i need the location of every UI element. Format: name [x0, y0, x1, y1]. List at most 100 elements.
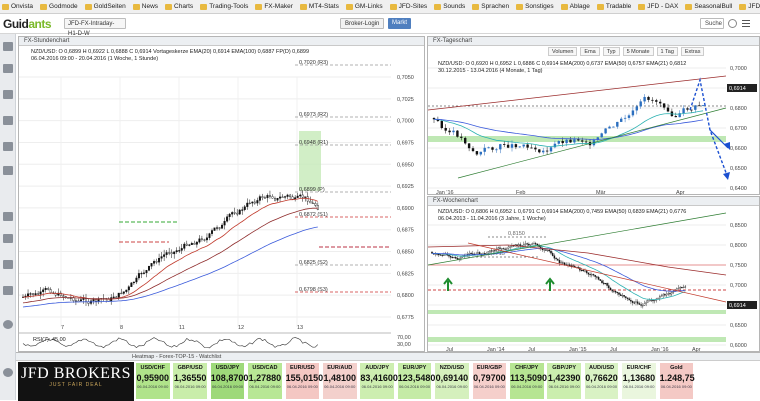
candle — [616, 292, 619, 294]
daily-chart[interactable]: 0,7000 0,6914 0,6800 0,6700 0,6600 0,6500 0,64… — [428, 58, 759, 195]
bookmark-item[interactable]: Godmode — [40, 3, 78, 10]
weekly-range-line: 06.04.2013 - 11.04.2016 (3 Jahre, 1 Woch… — [438, 216, 546, 222]
weekly-chart-panel: FX-Wochenchart 0,8500 0,8000 0,7500 0,7000 0… — [427, 196, 760, 352]
hourly-chart[interactable]: 0,7050 0,7025 0,7000 0,6975 0,6950 0,6925 0,69… — [19, 47, 424, 352]
pivot-label: 0,6798 (S3) — [299, 287, 328, 293]
heatmap-tile[interactable]: EUR/GBP 0,79700 06.04.2016 09:00 — [472, 363, 507, 399]
folder-icon[interactable] — [3, 234, 13, 243]
market-button[interactable]: Markt — [388, 18, 411, 29]
candle — [613, 290, 615, 292]
toolbar-button[interactable]: 5 Monate — [622, 47, 654, 56]
pivot-label: 0,6872 (S1) — [299, 212, 328, 218]
bookmark-label: GoldSeiten — [93, 3, 126, 10]
briefcase-icon[interactable] — [3, 142, 13, 151]
hourly-range-line: 06.04.2016 09:00 - 20.04.2016 (1 Woche, … — [31, 56, 159, 62]
heatmap-tile[interactable]: USD/JPY 108,87000 06.04.2016 09:00 — [210, 363, 253, 399]
daily-chart-header: FX-Tageschart — [428, 37, 759, 46]
candle — [284, 196, 287, 198]
candle — [672, 291, 675, 293]
candle — [241, 209, 244, 211]
bookmark-item[interactable]: Ablage — [560, 3, 590, 10]
toolbar-button[interactable]: Volumen — [548, 47, 578, 56]
portfolio-icon[interactable] — [3, 90, 13, 99]
candle — [127, 286, 130, 291]
candle — [291, 196, 294, 200]
candle — [502, 248, 505, 250]
heatmap-tile[interactable]: AUD/JPY 83,41600 06.04.2016 09:00 — [360, 363, 398, 399]
candle — [228, 213, 231, 217]
candle — [273, 198, 276, 201]
heatmap-tile[interactable]: EUR/AUD 1,48100 06.04.2016 09:00 — [323, 363, 357, 399]
bookmark-item[interactable]: Sprachen — [472, 3, 509, 10]
candle — [440, 121, 443, 128]
heatmap-tile[interactable]: USD/CAD 1,27880 06.04.2016 09:00 — [248, 363, 282, 399]
bookmark-item[interactable]: SeasonalBull — [685, 3, 732, 10]
broker-login-button[interactable]: Broker-Login — [340, 18, 385, 29]
candle — [443, 254, 445, 256]
toolbar-button[interactable]: Ema — [580, 47, 600, 56]
chat-icon[interactable] — [3, 166, 13, 175]
bookmark-item[interactable]: JFD - DAX — [638, 3, 678, 10]
candle — [686, 108, 689, 110]
notification-icon[interactable] — [728, 19, 737, 28]
candle — [471, 148, 475, 152]
heatmap-tile[interactable]: GBP/USD 1,36550 06.04.2016 09:00 — [173, 363, 207, 399]
candle — [444, 254, 447, 256]
heatmap-tile[interactable]: EUR/USD 155,01500 06.04.2016 09:00 — [285, 363, 328, 399]
candle — [653, 300, 656, 302]
bookmark-item[interactable]: Tradable — [596, 3, 631, 10]
bookmark-item[interactable]: GoldSeiten — [84, 3, 126, 10]
bookmark-item[interactable]: JFD - YouTube — [739, 3, 760, 10]
heatmap-tile[interactable]: GBP/JPY 1,42390 06.04.2016 09:00 — [547, 363, 581, 399]
logo[interactable]: Guidants — [3, 17, 52, 31]
candle — [497, 247, 500, 250]
toolbar-button[interactable]: 1 Tag — [656, 47, 678, 56]
bookmark-item[interactable]: MT4-Stats — [299, 3, 339, 10]
candle — [205, 237, 208, 241]
bookmark-item[interactable]: FX-Maker — [255, 3, 293, 10]
heatmap-tile[interactable]: Gold 1.248,75 06.04.2016 09:00 — [659, 363, 695, 399]
candle — [606, 283, 608, 286]
user-avatar[interactable] — [3, 320, 13, 329]
bookmark-item[interactable]: Onvista — [2, 3, 33, 10]
candle — [557, 141, 560, 144]
weekly-chart[interactable]: 0,8500 0,8000 0,7500 0,7000 0,6914 0,6500 0,60… — [428, 207, 759, 352]
settings-icon[interactable] — [3, 286, 13, 295]
candle — [82, 298, 85, 300]
candle — [558, 260, 561, 264]
heatmap-tile[interactable]: NZD/USD 0,69140 06.04.2016 09:00 — [435, 363, 469, 399]
help-icon[interactable] — [3, 368, 13, 377]
candle — [555, 258, 557, 260]
candle — [621, 295, 624, 297]
toolbar-button[interactable]: Typ — [602, 47, 620, 56]
search-input[interactable]: Suche — [700, 18, 724, 29]
ema-20-line — [22, 197, 318, 300]
menu-icon[interactable] — [742, 20, 750, 21]
heatmap-tile[interactable]: EUR/JPY 123,54800 06.04.2016 09:00 — [397, 363, 440, 399]
candle — [34, 293, 37, 295]
bookmark-item[interactable]: GM-Links — [345, 3, 383, 10]
monitor-icon[interactable] — [3, 64, 13, 73]
heatmap-tile[interactable]: AUD/USD 0,76620 06.04.2016 09:00 — [584, 363, 619, 399]
news-icon[interactable] — [3, 260, 13, 269]
bookmark-item[interactable]: Trading-Tools — [200, 3, 248, 10]
candle — [643, 303, 646, 306]
heatmap-tile[interactable]: EUR/CHF 1,13680 06.04.2016 09:00 — [622, 363, 656, 399]
bookmark-item[interactable]: Sounds — [434, 3, 465, 10]
heatmap-tile[interactable]: CHF/JPY 113,50900 06.04.2016 09:00 — [510, 363, 552, 399]
home-icon[interactable] — [3, 42, 13, 51]
bell-icon[interactable] — [3, 212, 13, 221]
bookmark-item[interactable]: News — [132, 3, 158, 10]
bookmark-item[interactable]: Sonstiges — [516, 3, 554, 10]
candle — [193, 243, 196, 245]
bookmark-item[interactable]: Charts — [165, 3, 193, 10]
workspace-tab[interactable]: JFD-FX-Intraday-H1-D-W — [64, 18, 126, 37]
bookmark-item[interactable]: JFD-Sites — [389, 3, 427, 10]
list-icon[interactable] — [3, 116, 13, 125]
rsi-tick-label: 70,00 — [397, 335, 411, 341]
candle — [150, 263, 153, 267]
heatmap-tile[interactable]: USD/CHF 0,95900 06.04.2016 09:00 — [136, 363, 170, 399]
bookmark-label: Trading-Tools — [209, 3, 249, 10]
candle — [210, 230, 213, 234]
toolbar-button[interactable]: Extras — [680, 47, 705, 56]
